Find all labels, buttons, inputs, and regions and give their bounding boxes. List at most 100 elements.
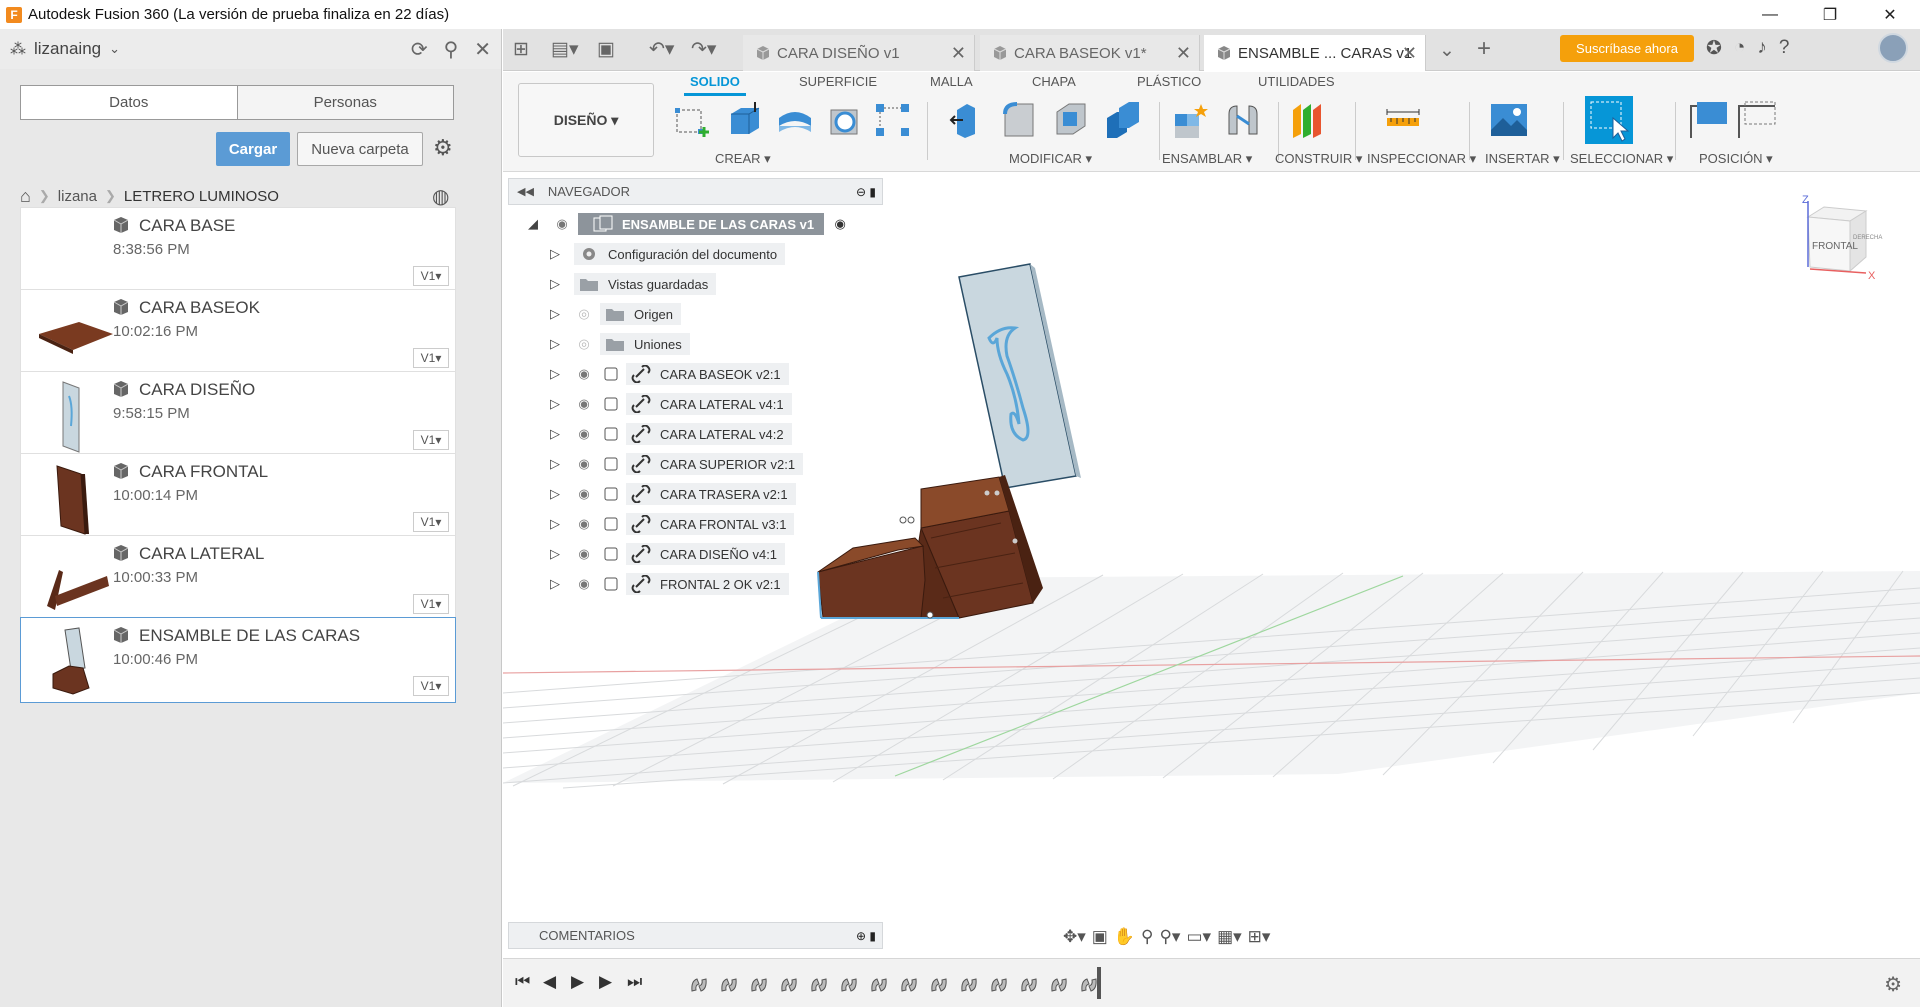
eye-visibility-icon[interactable]: ◉ bbox=[574, 486, 594, 502]
tab-utilidades[interactable]: UTILIDADES bbox=[1252, 74, 1341, 89]
tree-row[interactable]: ▷ ◉ FRONTAL 2 OK v2:1 bbox=[550, 572, 789, 596]
group-construir[interactable]: CONSTRUIR ▾ bbox=[1275, 151, 1362, 167]
version-dropdown[interactable]: V1 ▾ bbox=[413, 512, 449, 532]
pan-hand-icon[interactable]: ✋ bbox=[1114, 927, 1135, 947]
display-settings-icon[interactable]: ▭▾ bbox=[1186, 927, 1211, 947]
tree-node[interactable]: CARA SUPERIOR v2:1 bbox=[626, 453, 804, 475]
extrude-icon[interactable] bbox=[725, 100, 765, 140]
collapse-browser-icon[interactable]: ◀◀ bbox=[517, 185, 534, 198]
sweep-icon[interactable] bbox=[825, 100, 865, 140]
timeline-feature-icon[interactable] bbox=[869, 975, 889, 995]
group-modificar[interactable]: MODIFICAR ▾ bbox=[1009, 151, 1092, 167]
tab-personas[interactable]: Personas bbox=[238, 86, 454, 119]
timeline-feature-icon[interactable] bbox=[839, 975, 859, 995]
timeline-start-icon[interactable]: ⏮ bbox=[515, 972, 530, 992]
select-icon[interactable] bbox=[1585, 96, 1633, 144]
fillet-icon[interactable] bbox=[999, 100, 1039, 140]
file-card[interactable]: CARA BASEOK 10:02:16 PM V1 ▾ bbox=[20, 289, 456, 375]
close-button[interactable]: ✕ bbox=[1860, 0, 1920, 29]
tree-node[interactable]: Vistas guardadas bbox=[574, 273, 717, 295]
eye-visibility-icon[interactable]: ◉ bbox=[574, 456, 594, 472]
notifications-bell-icon[interactable]: ♪ bbox=[1757, 37, 1767, 60]
file-thumbnail[interactable] bbox=[33, 294, 117, 372]
timeline-feature-icon[interactable] bbox=[809, 975, 829, 995]
help-icon[interactable]: ? bbox=[1779, 37, 1790, 60]
timeline-next-icon[interactable]: ▶ bbox=[599, 972, 612, 992]
group-inspeccionar[interactable]: INSPECCIONAR ▾ bbox=[1367, 151, 1476, 167]
comments-panel[interactable]: COMENTARIOS ⊕ ▮ bbox=[508, 922, 883, 949]
tree-node[interactable]: CARA BASEOK v2:1 bbox=[626, 363, 789, 385]
restore-button[interactable]: ❐ bbox=[1800, 0, 1860, 29]
tree-row[interactable]: ▷ ◉ CARA LATERAL v4:2 bbox=[550, 422, 792, 446]
eye-visibility-icon[interactable]: ◉ bbox=[574, 396, 594, 412]
expand-triangle-icon[interactable]: ▷ bbox=[550, 246, 564, 262]
user-name[interactable]: lizanaing bbox=[34, 39, 101, 59]
tab-datos[interactable]: Datos bbox=[21, 86, 238, 119]
expand-triangle-icon[interactable]: ▷ bbox=[550, 396, 564, 412]
group-posicion[interactable]: POSICIÓN ▾ bbox=[1699, 151, 1773, 167]
group-ensamblar[interactable]: ENSAMBLAR ▾ bbox=[1162, 151, 1252, 167]
insert-image-icon[interactable] bbox=[1489, 100, 1529, 140]
version-dropdown[interactable]: V1 ▾ bbox=[413, 348, 449, 368]
tree-node[interactable]: CARA DISEÑO v4:1 bbox=[626, 543, 786, 565]
file-name[interactable]: CARA LATERAL bbox=[139, 544, 264, 564]
search-icon[interactable]: ⚲ bbox=[444, 37, 459, 62]
offset-plane-icon[interactable] bbox=[1287, 100, 1327, 140]
file-thumbnail[interactable] bbox=[33, 376, 117, 454]
tree-row[interactable]: ▷ ◉ CARA FRONTAL v3:1 bbox=[550, 512, 795, 536]
grid-apps-icon[interactable]: ⊞ bbox=[513, 38, 529, 61]
version-dropdown[interactable]: V1 ▾ bbox=[413, 266, 449, 286]
avatar[interactable] bbox=[1878, 33, 1908, 63]
tab-chapa[interactable]: CHAPA bbox=[1026, 74, 1082, 89]
version-dropdown[interactable]: V1 ▾ bbox=[413, 594, 449, 614]
tree-node[interactable]: FRONTAL 2 OK v2:1 bbox=[626, 573, 789, 595]
viewports-icon[interactable]: ⊞▾ bbox=[1248, 927, 1271, 947]
eye-visibility-icon[interactable]: ◉ bbox=[574, 366, 594, 382]
upload-button[interactable]: Cargar bbox=[216, 132, 290, 166]
assembly-model[interactable] bbox=[817, 263, 1081, 619]
tab-solido[interactable]: SOLIDO bbox=[684, 74, 746, 96]
tab-malla[interactable]: MALLA bbox=[924, 74, 979, 89]
timeline-feature-icon[interactable] bbox=[1019, 975, 1039, 995]
file-menu-icon[interactable]: ▤▾ bbox=[551, 38, 579, 61]
close-tab-icon[interactable]: ✕ bbox=[1402, 43, 1417, 64]
expand-triangle-icon[interactable]: ▷ bbox=[550, 426, 564, 442]
close-icon[interactable]: ✕ bbox=[474, 37, 491, 62]
timeline-prev-icon[interactable]: ◀ bbox=[543, 972, 556, 992]
doc-tab-cara-diseno[interactable]: CARA DISEÑO v1 ✕ bbox=[743, 35, 975, 71]
timeline-feature-icon[interactable] bbox=[719, 975, 739, 995]
fit-icon[interactable]: ⚲▾ bbox=[1159, 927, 1180, 947]
file-name[interactable]: ENSAMBLE DE LAS CARAS bbox=[139, 626, 360, 646]
minimize-button[interactable]: — bbox=[1740, 0, 1800, 29]
zoom-icon[interactable]: ⚲ bbox=[1141, 927, 1153, 947]
file-name[interactable]: CARA BASE bbox=[139, 216, 235, 236]
activate-radio-icon[interactable]: ◉ bbox=[830, 216, 850, 232]
timeline-feature-icon[interactable] bbox=[899, 975, 919, 995]
expand-triangle-icon[interactable]: ▷ bbox=[550, 576, 564, 592]
timeline-settings-gear-icon[interactable]: ⚙ bbox=[1884, 972, 1902, 997]
collapse-triangle-icon[interactable]: ◢ bbox=[528, 216, 542, 232]
file-name[interactable]: CARA DISEÑO bbox=[139, 380, 255, 400]
save-icon[interactable]: ▣ bbox=[597, 38, 615, 61]
combine-icon[interactable] bbox=[1103, 100, 1143, 140]
expand-triangle-icon[interactable]: ▷ bbox=[550, 276, 564, 292]
new-tab-plus-icon[interactable]: + bbox=[1477, 35, 1491, 63]
subscribe-button[interactable]: Suscríbase ahora bbox=[1560, 35, 1694, 62]
timeline-feature-icon[interactable] bbox=[779, 975, 799, 995]
tree-row[interactable]: ▷ ◎ Origen bbox=[550, 302, 682, 326]
viewcube[interactable]: FRONTAL DERECHA Z X bbox=[1800, 195, 1900, 285]
breadcrumb-item-lizana[interactable]: lizana bbox=[58, 188, 97, 205]
eye-visibility-icon[interactable]: ◉ bbox=[574, 426, 594, 442]
tree-row[interactable]: ▷ Vistas guardadas bbox=[550, 272, 717, 296]
tree-node[interactable]: ENSAMBLE DE LAS CARAS v1 bbox=[578, 213, 825, 235]
timeline-marker[interactable] bbox=[1097, 967, 1101, 999]
tab-superficie[interactable]: SUPERFICIE bbox=[793, 74, 883, 89]
new-component-icon[interactable] bbox=[1171, 100, 1211, 140]
extensions-icon[interactable]: ✪ bbox=[1706, 37, 1722, 60]
file-thumbnail[interactable] bbox=[33, 212, 117, 290]
globe-share-icon[interactable]: ◍ bbox=[432, 184, 449, 209]
press-pull-icon[interactable] bbox=[947, 100, 987, 140]
doc-tab-ensamble[interactable]: ENSAMBLE ... CARAS v1 ✕ bbox=[1204, 35, 1426, 71]
file-name[interactable]: CARA FRONTAL bbox=[139, 462, 268, 482]
job-status-icon[interactable]: ◔ bbox=[1734, 37, 1745, 60]
